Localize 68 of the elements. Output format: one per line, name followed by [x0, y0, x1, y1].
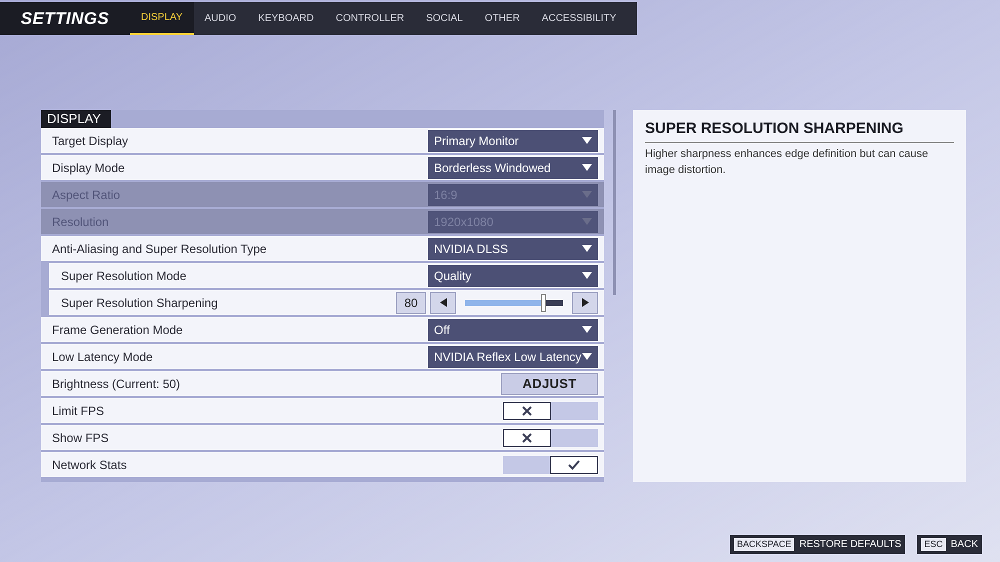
setting-row[interactable]: Super Resolution Mode Quality: [49, 263, 604, 288]
setting-label: Low Latency Mode: [52, 348, 153, 366]
setting-label: Network Stats: [52, 456, 127, 474]
setting-label: Super Resolution Sharpening: [61, 294, 218, 312]
setting-label: Display Mode: [52, 160, 125, 176]
setting-label: Resolution: [52, 214, 109, 230]
slider[interactable]: [462, 292, 566, 312]
right-triangle-icon: [582, 298, 588, 307]
toggle-switch[interactable]: [503, 456, 598, 474]
setting-label: Brightness (Current: 50): [52, 376, 180, 392]
footer-action[interactable]: BACKSPACE RESTORE DEFAULTS: [730, 535, 906, 554]
slider-thumb[interactable]: [541, 294, 546, 312]
adjust-button[interactable]: ADJUST: [501, 372, 598, 394]
slider-value: 80: [396, 292, 426, 314]
dropdown-caret-icon: [582, 137, 592, 144]
tab[interactable]: AUDIO: [194, 2, 248, 35]
tab[interactable]: OTHER: [474, 2, 531, 35]
info-title: SUPER RESOLUTION SHARPENING: [645, 118, 954, 142]
footer-action[interactable]: ESC BACK: [917, 535, 982, 554]
setting-row[interactable]: Brightness (Current: 50) ADJUST: [41, 371, 604, 396]
setting-label: Anti-Aliasing and Super Resolution Type: [52, 240, 267, 258]
setting-row[interactable]: Low Latency Mode NVIDIA Reflex Low Latency: [41, 344, 604, 369]
toggle-switch[interactable]: [503, 402, 598, 420]
dropdown[interactable]: NVIDIA Reflex Low Latency: [428, 346, 598, 368]
tab[interactable]: ACCESSIBILITY: [530, 2, 628, 35]
setting-row[interactable]: Target Display Primary Monitor: [41, 128, 604, 153]
dropdown-caret-icon: [582, 272, 592, 279]
tab[interactable]: KEYBOARD: [247, 2, 325, 35]
dropdown[interactable]: NVIDIA DLSS: [428, 238, 598, 260]
increase-button[interactable]: [572, 292, 598, 314]
decrease-button[interactable]: [430, 292, 456, 314]
scrollbar[interactable]: [613, 110, 616, 295]
dropdown-caret-icon: [582, 326, 592, 333]
tab[interactable]: DISPLAY: [130, 2, 194, 35]
tab[interactable]: CONTROLLER: [324, 2, 416, 35]
setting-label: Aspect Ratio: [52, 186, 120, 204]
check-icon: [568, 460, 580, 470]
tab[interactable]: SOCIAL: [415, 2, 474, 35]
left-triangle-icon: [440, 298, 446, 307]
section-title: DISPLAY: [41, 110, 111, 128]
setting-row[interactable]: Super Resolution Sharpening 80: [49, 290, 604, 315]
dropdown-caret-icon: [582, 164, 592, 171]
setting-row[interactable]: Frame Generation Mode Off: [41, 317, 604, 342]
dropdown[interactable]: Quality: [428, 264, 598, 286]
page-title: SETTINGS: [0, 2, 130, 35]
dropdown-caret-icon: [582, 245, 592, 252]
key-hint: BACKSPACE: [734, 538, 794, 552]
cross-icon: [522, 432, 532, 442]
toggle-switch[interactable]: [503, 428, 598, 446]
setting-label: Target Display: [52, 132, 128, 150]
setting-label: Limit FPS: [52, 402, 104, 420]
dropdown[interactable]: Off: [428, 318, 598, 340]
key-hint: ESC: [921, 538, 946, 552]
info-text: Higher sharpness enhances edge definition but can cause image distortion.: [645, 146, 930, 178]
dropdown-caret-icon: [582, 218, 592, 225]
cross-icon: [522, 406, 532, 416]
setting-label: Show FPS: [52, 430, 109, 446]
setting-row[interactable]: Limit FPS: [41, 398, 604, 423]
dropdown-caret-icon: [582, 191, 592, 198]
dropdown[interactable]: Borderless Windowed: [428, 156, 598, 178]
setting-row[interactable]: Network Stats: [41, 452, 604, 477]
setting-row[interactable]: Show FPS: [41, 425, 604, 450]
setting-row[interactable]: Display Mode Borderless Windowed: [41, 155, 604, 180]
setting-row[interactable]: Anti-Aliasing and Super Resolution Type NVIDIA DLSS: [41, 236, 604, 261]
dropdown-caret-icon: [582, 353, 592, 360]
dropdown[interactable]: Primary Monitor: [428, 130, 598, 152]
setting-label: Super Resolution Mode: [61, 268, 186, 284]
setting-label: Frame Generation Mode: [52, 322, 183, 338]
